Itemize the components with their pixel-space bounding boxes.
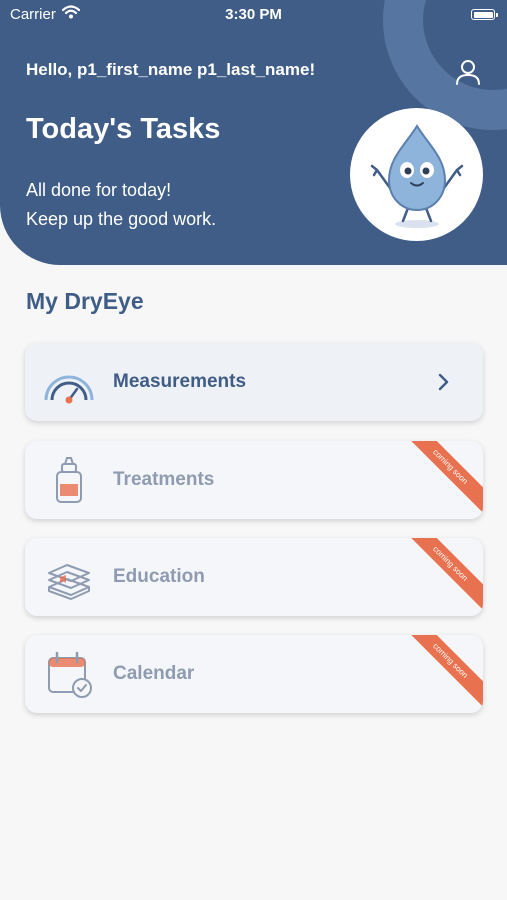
card-label: Treatments [113,469,215,490]
mascot-avatar [350,108,483,241]
battery-icon [471,9,495,20]
calendar-card[interactable]: Calendar coming soon [25,635,483,713]
status-message-line-2: Keep up the good work. [26,209,217,229]
coming-soon-ribbon: coming soon [401,538,483,613]
education-card[interactable]: Education coming soon [25,538,483,616]
card-label: Education [113,566,205,587]
clock: 3:30 PM [225,6,282,23]
treatments-card[interactable]: Treatments coming soon [25,441,483,519]
status-bar: Carrier 3:30 PM [0,0,507,30]
status-message-line-1: All done for today! [26,180,172,200]
measurements-card[interactable]: Measurements [25,343,483,421]
section-title: My DryEye [26,288,144,314]
eye-drop-bottle-icon [56,457,82,503]
page-title: Today's Tasks [26,113,221,145]
calendar-check-icon [48,651,92,698]
card-label: Measurements [113,371,247,392]
greeting: Hello, p1_first_name p1_last_name! [26,60,316,79]
water-drop-mascot-icon [370,124,464,228]
coming-soon-ribbon: coming soon [401,441,483,516]
battery-tip [496,13,498,17]
coming-soon-ribbon: coming soon [401,635,483,710]
books-icon [48,564,90,600]
gauge-icon [44,375,94,404]
profile-icon[interactable] [452,56,484,88]
chevron-right-icon [438,373,449,391]
header: Carrier 3:30 PM Hello, p1_first_name p1_… [0,0,507,265]
card-label: Calendar [113,663,195,684]
